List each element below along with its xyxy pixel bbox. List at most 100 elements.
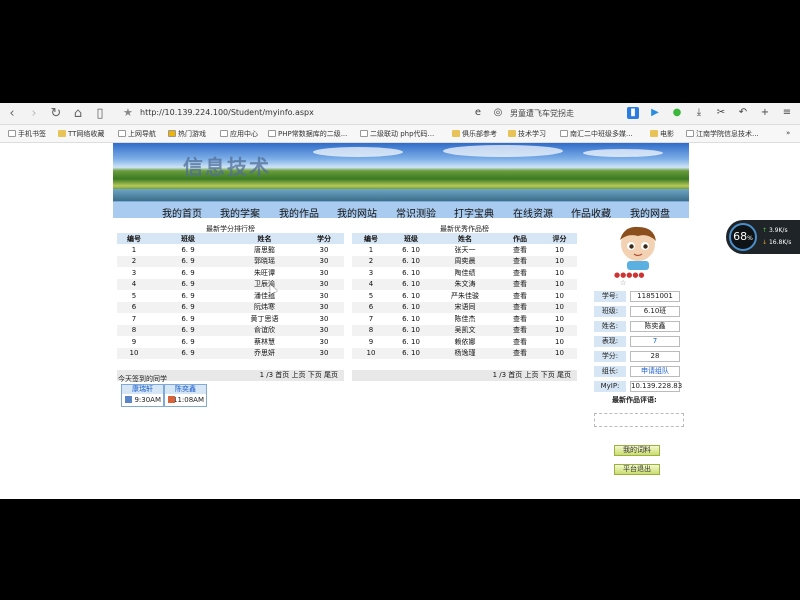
nav-item[interactable]: 我的作品 <box>279 205 319 220</box>
menu-icon[interactable]: ≡ <box>781 107 793 119</box>
bookmark-item[interactable]: 江南学院信息技术... <box>686 129 759 139</box>
logout-button[interactable]: 平台退出 <box>614 464 660 475</box>
works-pager[interactable]: 1 /3 首页 上页 下页 尾页 <box>352 370 577 381</box>
table-cell: 俞谊欣 <box>225 324 304 336</box>
phone-icon[interactable]: ▮ <box>627 107 639 119</box>
table-cell: 潘佳蕴 <box>225 290 304 302</box>
table-row: 1 6. 9 唐思懿 30 <box>117 244 344 256</box>
folder-icon <box>58 130 66 137</box>
bookmark-item[interactable]: 手机书签 <box>8 129 46 139</box>
nav-item[interactable]: 作品收藏 <box>571 205 611 220</box>
table-cell: 6. 10 <box>390 313 432 325</box>
view-work-link[interactable]: 查看 <box>498 301 542 313</box>
table-row: 9 6. 10 赖依娜 查看 10 <box>352 336 577 348</box>
view-work-link[interactable]: 查看 <box>498 324 542 336</box>
table-cell: 6. 10 <box>390 301 432 313</box>
profile-label: 学分: <box>594 351 626 362</box>
table-cell: 3 <box>352 267 390 279</box>
signin-name[interactable]: 陈奕鑫 <box>165 385 206 394</box>
profile-row: 学分: 28 <box>594 351 680 362</box>
search-input[interactable]: 男童遭飞车党拐走 <box>510 108 574 119</box>
bookmark-item[interactable]: 应用中心 <box>220 129 258 139</box>
column-header: 班级 <box>151 233 225 244</box>
view-work-link[interactable]: 查看 <box>498 290 542 302</box>
bookmark-label: 电影 <box>660 130 674 138</box>
view-work-link[interactable]: 查看 <box>498 313 542 325</box>
table-row: 7 6. 10 陈佳杰 查看 10 <box>352 313 577 325</box>
profile-label: 学号: <box>594 291 626 302</box>
my-data-button[interactable]: 我的词料 <box>614 445 660 456</box>
table-row: 9 6. 9 蔡林慧 30 <box>117 336 344 348</box>
bookmark-item[interactable]: PHP常数据库的二级... <box>268 129 347 139</box>
address-bar[interactable]: http://10.139.224.100/Student/myinfo.asp… <box>140 108 314 117</box>
bookmark-label: 俱乐部参考 <box>462 130 497 138</box>
forward-icon[interactable]: › <box>26 106 42 122</box>
nav-item[interactable]: 我的网盘 <box>630 205 670 220</box>
chat-icon[interactable]: ● <box>671 107 683 119</box>
table-row: 8 6. 9 俞谊欣 30 <box>117 324 344 336</box>
nav-item[interactable]: 在线资源 <box>513 205 553 220</box>
undo-icon[interactable]: ↶ <box>737 107 749 119</box>
signin-card: 康瑞轩 9:30AM <box>121 384 164 407</box>
memory-gauge: 68% <box>729 223 757 251</box>
bookmark-item[interactable]: 俱乐部参考 <box>452 129 497 139</box>
table-cell: 6. 9 <box>151 255 225 267</box>
bookmark-star-icon[interactable]: ★ <box>123 106 133 119</box>
view-work-link[interactable]: 查看 <box>498 347 542 359</box>
profile-value[interactable]: 7 <box>630 336 680 347</box>
bookmark-item[interactable]: 南汇二中班级多媒... <box>560 129 633 139</box>
comment-title: 最新作品评语: <box>612 396 657 404</box>
table-cell: 5 <box>352 290 390 302</box>
nav-item[interactable]: 我的网站 <box>337 205 377 220</box>
table-cell: 6. 10 <box>390 244 432 256</box>
scissors-icon[interactable]: ✂ <box>715 107 727 119</box>
view-work-link[interactable]: 查看 <box>498 244 542 256</box>
reader-icon[interactable]: ▯ <box>92 106 108 122</box>
refresh-icon[interactable]: ↻ <box>48 106 64 122</box>
search-engine-icon[interactable]: ◎ <box>492 107 504 119</box>
download-speed: ↓ 16.8K/s <box>762 239 791 246</box>
new-tab-icon[interactable]: + <box>759 107 771 119</box>
nav-item[interactable]: 打字宝典 <box>454 205 494 220</box>
bookmark-item[interactable]: 电影 <box>650 129 674 139</box>
more-bookmarks-icon[interactable]: » <box>786 129 790 137</box>
back-icon[interactable]: ‹ <box>4 106 20 122</box>
table-cell: 6. 9 <box>151 313 225 325</box>
table-cell: 6. 10 <box>390 336 432 348</box>
nav-item[interactable]: 常识测验 <box>396 205 436 220</box>
play-icon[interactable]: ▶ <box>649 107 661 119</box>
bookmark-item[interactable]: 上网导航 <box>118 129 156 139</box>
view-work-link[interactable]: 查看 <box>498 255 542 267</box>
table-cell: 杨逸瑾 <box>432 347 498 359</box>
download-icon[interactable]: ⤓ <box>693 107 705 119</box>
signin-title: 今天签到的同学 <box>118 375 167 383</box>
bookmark-item[interactable]: TT网络收藏 <box>58 129 104 139</box>
view-work-link[interactable]: 查看 <box>498 336 542 348</box>
view-work-link[interactable]: 查看 <box>498 278 542 290</box>
table-cell: 4 <box>117 278 151 290</box>
table-cell: 陶佳绩 <box>432 267 498 279</box>
table-cell: 4 <box>352 278 390 290</box>
home-icon[interactable]: ⌂ <box>70 106 86 122</box>
table-cell: 6 <box>352 301 390 313</box>
profile-value[interactable]: 申请组队 <box>630 366 680 377</box>
column-header: 学分 <box>304 233 344 244</box>
compat-mode-icon[interactable]: e <box>472 107 484 119</box>
bookmark-item[interactable]: 技术学习 <box>508 129 546 139</box>
view-work-link[interactable]: 查看 <box>498 267 542 279</box>
table-row: 3 6. 9 朱旺谭 30 <box>117 267 344 279</box>
medal-icons: ●●●●● ☆ <box>614 271 645 287</box>
nav-item[interactable]: 我的首页 <box>162 205 202 220</box>
bookmark-item[interactable]: 热门游戏 <box>168 129 206 139</box>
folder-icon <box>508 130 516 137</box>
table-cell: 6. 10 <box>390 255 432 267</box>
upload-arrow-icon: ↑ <box>762 227 768 234</box>
network-speed-widget[interactable]: 68% ↑ 3.9K/s ↓ 16.8K/s <box>726 220 800 254</box>
bookmark-label: 技术学习 <box>518 130 546 138</box>
nav-item[interactable]: 我的学案 <box>220 205 260 220</box>
table-cell: 6. 10 <box>390 267 432 279</box>
table-row: 5 6. 10 严朱佳骏 查看 10 <box>352 290 577 302</box>
column-header: 评分 <box>542 233 577 244</box>
bookmark-item[interactable]: 二级联动 php代码... <box>360 129 434 139</box>
signin-name[interactable]: 康瑞轩 <box>122 385 163 394</box>
